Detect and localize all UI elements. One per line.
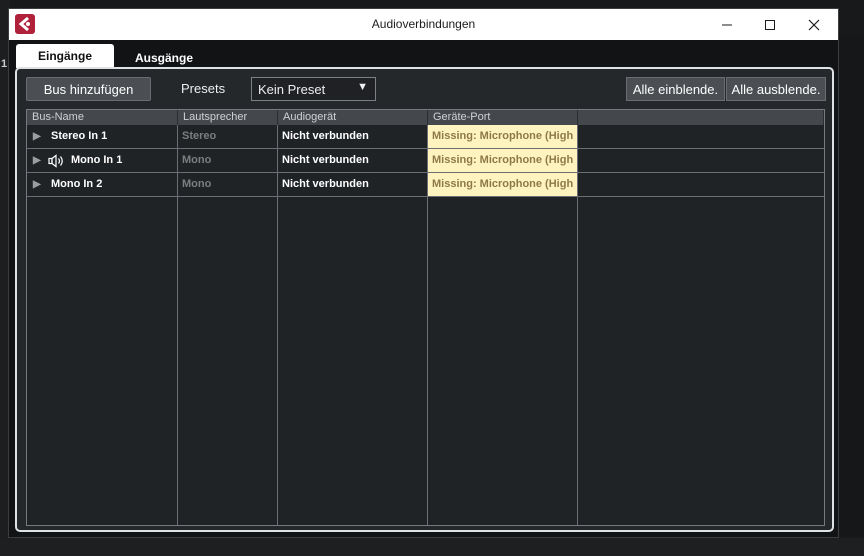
minimize-button[interactable] [707,9,747,40]
bus-name-cell[interactable]: ▶ Mono In 2 [27,173,177,196]
hide-all-button[interactable]: Alle ausblende. [726,77,826,101]
bus-name: Mono In 1 [71,154,123,166]
bus-table: Bus-Name Lautsprecher Audiogerät Geräte-… [26,109,825,526]
bus-name-cell[interactable]: ▶ Mono In 1 [27,149,177,172]
chevron-down-icon: ▼ [357,81,368,93]
add-bus-button[interactable]: Bus hinzufügen [26,77,151,101]
inputs-panel: Bus hinzufügen Presets Kein Preset ▼ All… [15,67,834,532]
title-bar[interactable]: Audioverbindungen [9,9,838,40]
device-port-cell[interactable]: Missing: Microphone (High [428,173,577,196]
column-header-empty [578,110,824,125]
audio-device-cell[interactable]: Nicht verbunden [278,173,427,196]
speaker-cell[interactable]: Mono [178,149,277,172]
speaker-cell[interactable]: Stereo [178,125,277,148]
speaker-cell[interactable]: Mono [178,173,277,196]
column-header-audio-device[interactable]: Audiogerät [278,110,428,125]
preset-dropdown[interactable]: Kein Preset ▼ [251,77,376,101]
speaker-icon [48,154,63,168]
column-header-bus-name[interactable]: Bus-Name [27,110,178,125]
tab-inputs[interactable]: Eingänge [16,44,114,68]
presets-label: Presets [181,81,226,96]
audio-connections-window: Audioverbindungen Eingänge Ausgänge Bus … [8,8,839,538]
table-row[interactable]: ▶ Mono In 2 Mono Nicht verbunden Missing… [27,173,824,197]
bus-name: Stereo In 1 [51,130,108,142]
background-app-right [838,36,864,536]
minimize-icon [722,24,732,25]
audio-device-cell[interactable]: Nicht verbunden [278,125,427,148]
audio-device-cell[interactable]: Nicht verbunden [278,149,427,172]
column-header-speaker[interactable]: Lautsprecher [178,110,278,125]
expand-arrow-icon[interactable]: ▶ [33,125,41,148]
device-port-cell[interactable]: Missing: Microphone (High [428,149,577,172]
column-header-device-port[interactable]: Geräte-Port [428,110,578,125]
close-button[interactable] [794,9,834,40]
bus-name-cell[interactable]: ▶ Stereo In 1 [27,125,177,148]
table-row[interactable]: ▶ Stereo In 1 Stereo Nicht verbunden Mis… [27,125,824,149]
close-icon [808,19,820,30]
table-row[interactable]: ▶ Mono In 1 Mono Nicht verbunden Missing… [27,149,824,173]
show-all-button[interactable]: Alle einblende. [626,77,725,101]
expand-arrow-icon[interactable]: ▶ [33,149,41,172]
expand-arrow-icon[interactable]: ▶ [33,173,41,196]
preset-value: Kein Preset [258,82,326,97]
maximize-icon [765,19,775,30]
maximize-button[interactable] [750,9,790,40]
device-port-cell[interactable]: Missing: Microphone (High [428,125,577,148]
bus-name: Mono In 2 [51,178,103,190]
background-waveform [0,538,864,556]
